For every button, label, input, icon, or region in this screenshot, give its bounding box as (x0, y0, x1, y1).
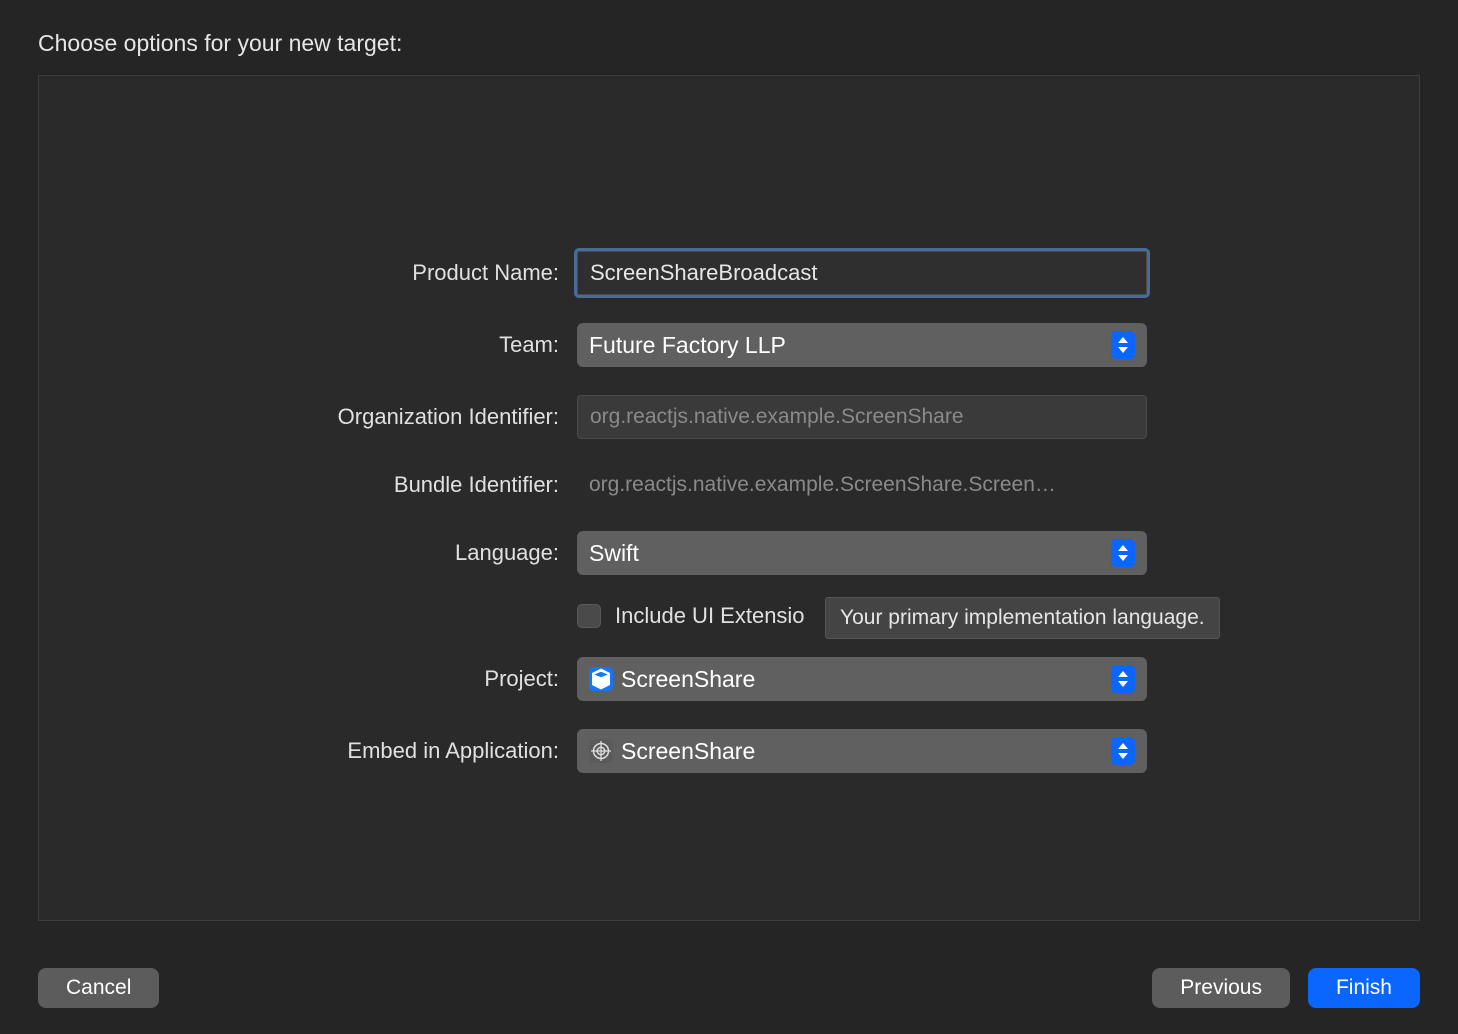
label-language: Language: (39, 540, 577, 566)
language-value: Swift (589, 540, 1111, 567)
xcode-project-icon (589, 667, 613, 691)
team-popup[interactable]: Future Factory LLP (577, 323, 1147, 367)
team-value: Future Factory LLP (589, 332, 1111, 359)
row-include-ui: Include UI Extensio Your primary impleme… (39, 603, 1419, 629)
row-org-id: Organization Identifier: org.reactjs.nat… (39, 395, 1419, 439)
previous-button[interactable]: Previous (1152, 968, 1290, 1008)
dialog-title: Choose options for your new target: (38, 30, 1420, 57)
row-product-name: Product Name: (39, 251, 1419, 295)
embed-value: ScreenShare (621, 738, 755, 765)
label-bundle-id: Bundle Identifier: (39, 472, 577, 498)
label-embed: Embed in Application: (39, 738, 577, 764)
project-value: ScreenShare (621, 666, 755, 693)
app-target-icon (589, 739, 613, 763)
label-product-name: Product Name: (39, 260, 577, 286)
dialog-buttons: Cancel Previous Finish (38, 968, 1420, 1008)
options-form: Product Name: Team: Future Factory LLP O… (39, 251, 1419, 773)
chevron-up-down-icon (1111, 665, 1135, 693)
label-project: Project: (39, 666, 577, 692)
label-team: Team: (39, 332, 577, 358)
finish-button[interactable]: Finish (1308, 968, 1420, 1008)
include-ui-checkbox[interactable] (577, 604, 601, 628)
chevron-up-down-icon (1111, 539, 1135, 567)
language-tooltip: Your primary implementation language. (825, 597, 1220, 639)
product-name-input[interactable] (577, 251, 1147, 295)
chevron-up-down-icon (1111, 737, 1135, 765)
row-team: Team: Future Factory LLP (39, 323, 1419, 367)
embed-app-popup[interactable]: ScreenShare (577, 729, 1147, 773)
language-popup[interactable]: Swift (577, 531, 1147, 575)
row-project: Project: ScreenShare (39, 657, 1419, 701)
row-language: Language: Swift (39, 531, 1419, 575)
options-panel: Product Name: Team: Future Factory LLP O… (38, 75, 1420, 921)
org-id-input[interactable]: org.reactjs.native.example.ScreenShare (577, 395, 1147, 439)
project-popup[interactable]: ScreenShare (577, 657, 1147, 701)
label-org-id: Organization Identifier: (39, 404, 577, 430)
row-bundle-id: Bundle Identifier: org.reactjs.native.ex… (39, 467, 1419, 503)
bundle-id-value: org.reactjs.native.example.ScreenShare.S… (577, 467, 1147, 503)
cancel-button[interactable]: Cancel (38, 968, 159, 1008)
row-embed: Embed in Application: ScreenShare (39, 729, 1419, 773)
org-id-value: org.reactjs.native.example.ScreenShare (590, 405, 964, 429)
chevron-up-down-icon (1111, 331, 1135, 359)
label-include-ui: Include UI Extensio (615, 603, 805, 629)
new-target-options-dialog: Choose options for your new target: Prod… (0, 0, 1458, 1034)
